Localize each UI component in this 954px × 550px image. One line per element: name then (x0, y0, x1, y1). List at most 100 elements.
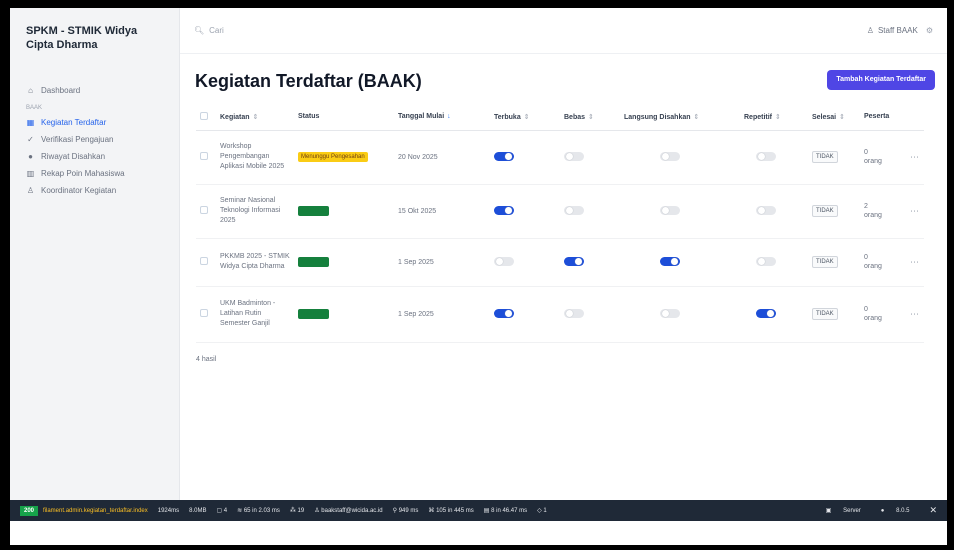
version-label[interactable]: ● 8.0.5 (881, 508, 920, 514)
repetitif-toggle[interactable] (756, 308, 776, 318)
page-title: Kegiatan Terdaftar (BAAK) (195, 71, 422, 91)
sidebar-item-label: Kegiatan Terdaftar (41, 118, 107, 127)
column-terbuka[interactable]: Terbuka ⇕ (490, 104, 560, 131)
column-tanggal-mulai[interactable]: Tanggal Mulai ↓ (394, 104, 490, 131)
table-row[interactable]: PKKMB 2025 - STMIK Widya Cipta Dharma Di… (196, 238, 924, 287)
repetitif-toggle[interactable] (756, 151, 776, 161)
bebas-toggle[interactable] (564, 308, 584, 318)
brand-title[interactable]: SPKM - STMIK Widya Cipta Dharma (10, 8, 160, 52)
views-icon: ▢ (216, 508, 224, 514)
terbuka-cell (490, 286, 560, 343)
sidebar-item-rekap-poin[interactable]: ▥ Rekap Poin Mahasiswa (10, 165, 180, 182)
more-icon[interactable]: ⋯ (910, 257, 919, 267)
terbuka-toggle[interactable] (494, 308, 514, 318)
sort-desc-icon: ↓ (447, 113, 451, 121)
sidebar-nav: ⌂ Dashboard BAAK ▦ Kegiatan Terdaftar ✓ … (10, 82, 180, 199)
row-checkbox[interactable] (200, 257, 208, 265)
selesai-cell: TIDAK (808, 238, 860, 287)
sort-icon: ⇕ (252, 113, 259, 121)
repetitif-toggle[interactable] (756, 256, 776, 266)
langsung-toggle[interactable] (660, 308, 680, 318)
column-peserta: Peserta (860, 104, 906, 131)
tanggal-cell: 20 Nov 2025 (394, 130, 490, 185)
sidebar-item-label: Dashboard (41, 86, 81, 95)
check-icon: ✓ (27, 135, 34, 144)
row-checkbox[interactable] (200, 309, 208, 317)
terbuka-toggle[interactable] (494, 256, 514, 266)
sidebar-item-kegiatan-terdaftar[interactable]: ▦ Kegiatan Terdaftar (10, 114, 180, 131)
status-badge: Disahkan (298, 309, 330, 319)
add-kegiatan-button[interactable]: Tambah Kegiatan Terdaftar (827, 70, 935, 90)
sidebar-item-koordinator[interactable]: ♙ Koordinator Kegiatan (10, 182, 180, 199)
column-langsung-disahkan[interactable]: Langsung Disahkan ⇕ (620, 104, 740, 131)
close-icon[interactable]: ✕ (929, 505, 937, 516)
user-menu[interactable]: ♙ Staff BAAK ⚙ (863, 26, 937, 35)
user-label[interactable]: ♙ baakstaff@wicida.ac.id (314, 507, 382, 514)
sidebar-item-label: Koordinator Kegiatan (41, 186, 117, 195)
actions-cell: ⋯ (906, 286, 924, 343)
sidebar-item-dashboard[interactable]: ⌂ Dashboard (10, 82, 180, 99)
sort-icon: ⇕ (839, 113, 846, 121)
kegiatan-name[interactable]: Seminar Nasional Teknologi Informasi 202… (220, 196, 290, 226)
more-icon[interactable]: ⋯ (910, 152, 919, 162)
column-selesai[interactable]: Selesai ⇕ (808, 104, 860, 131)
status-cell: Disahkan (294, 184, 394, 239)
langsung-toggle[interactable] (660, 205, 680, 215)
column-kegiatan[interactable]: Kegiatan ⇕ (216, 104, 294, 131)
actions-cell: ⋯ (906, 238, 924, 287)
peserta-count: 0 (864, 254, 868, 261)
server-label[interactable]: ▣ Server (826, 507, 871, 514)
row-checkbox[interactable] (200, 206, 208, 214)
memory-label[interactable]: 8.0MB (189, 508, 206, 514)
table-header-row: Kegiatan ⇕ Status Tanggal Mulai ↓ Terbuka ⇕… (196, 104, 924, 131)
livewire-label[interactable]: ⌘ 105 in 445 ms (428, 507, 473, 514)
langsung-toggle[interactable] (660, 151, 680, 161)
cache-label[interactable]: ▤ 8 in 46.47 ms (484, 507, 527, 514)
kegiatan-name[interactable]: UKM Badminton - Latihan Rutin Semester G… (220, 299, 290, 329)
row-checkbox[interactable] (200, 152, 208, 160)
bebas-toggle[interactable] (564, 151, 584, 161)
select-all-checkbox[interactable] (200, 111, 208, 120)
more-icon[interactable]: ⋯ (910, 309, 919, 319)
sidebar-item-verifikasi-pengajuan[interactable]: ✓ Verifikasi Pengajuan (10, 131, 180, 148)
time-label[interactable]: 1924ms (158, 508, 179, 514)
column-repetitif[interactable]: Repetitif ⇕ (740, 104, 808, 131)
bebas-cell (560, 130, 620, 185)
sort-icon: ⇕ (588, 113, 594, 121)
status-badge: Menunggu Pengesahan (298, 152, 368, 162)
gear-icon[interactable]: ⚙ (926, 26, 933, 35)
column-bebas[interactable]: Bebas ⇕ (560, 104, 620, 131)
bebas-toggle[interactable] (564, 256, 584, 266)
peserta-cell: 0 orang (860, 238, 906, 287)
status-badge: 200 (20, 505, 39, 516)
terbuka-toggle[interactable] (494, 151, 514, 161)
models-label[interactable]: ⁂ 19 (290, 507, 304, 514)
selesai-badge: TIDAK (812, 256, 838, 268)
user-icon: ♙ (26, 186, 35, 195)
sidebar-item-riwayat-disahkan[interactable]: ● Riwayat Disahkan (10, 148, 180, 165)
kegiatan-name[interactable]: PKKMB 2025 - STMIK Widya Cipta Dharma (220, 252, 290, 272)
status-cell: Disahkan (294, 238, 394, 287)
kegiatan-cell: UKM Badminton - Latihan Rutin Semester G… (216, 286, 294, 343)
history-icon: ● (28, 152, 33, 161)
kegiatan-name[interactable]: Workshop Pengembangan Aplikasi Mobile 20… (220, 142, 290, 172)
table-row[interactable]: UKM Badminton - Latihan Rutin Semester G… (196, 286, 924, 343)
route-label[interactable]: filament.admin.kegiatan_terdaftar.index (43, 508, 148, 514)
user-name: Staff BAAK (877, 26, 918, 35)
table-row[interactable]: Workshop Pengembangan Aplikasi Mobile 20… (196, 130, 924, 185)
repetitif-toggle[interactable] (756, 205, 776, 215)
peserta-count: 0 (864, 306, 868, 313)
request-label[interactable]: ⚲ 949 ms (393, 507, 419, 514)
views-label[interactable]: ▢ 4 (216, 507, 227, 514)
langsung-toggle[interactable] (660, 256, 680, 266)
selesai-cell: TIDAK (808, 286, 860, 343)
search-input[interactable]: 🔍︎ Cari (194, 26, 224, 35)
bebas-cell (560, 238, 620, 287)
terbuka-toggle[interactable] (494, 205, 514, 215)
selesai-cell: TIDAK (808, 130, 860, 185)
events-label[interactable]: ◇ 1 (537, 507, 547, 514)
bebas-toggle[interactable] (564, 205, 584, 215)
queries-label[interactable]: ≋ 65 in 2.03 ms (237, 507, 280, 514)
more-icon[interactable]: ⋯ (910, 206, 919, 216)
table-row[interactable]: Seminar Nasional Teknologi Informasi 202… (196, 184, 924, 239)
